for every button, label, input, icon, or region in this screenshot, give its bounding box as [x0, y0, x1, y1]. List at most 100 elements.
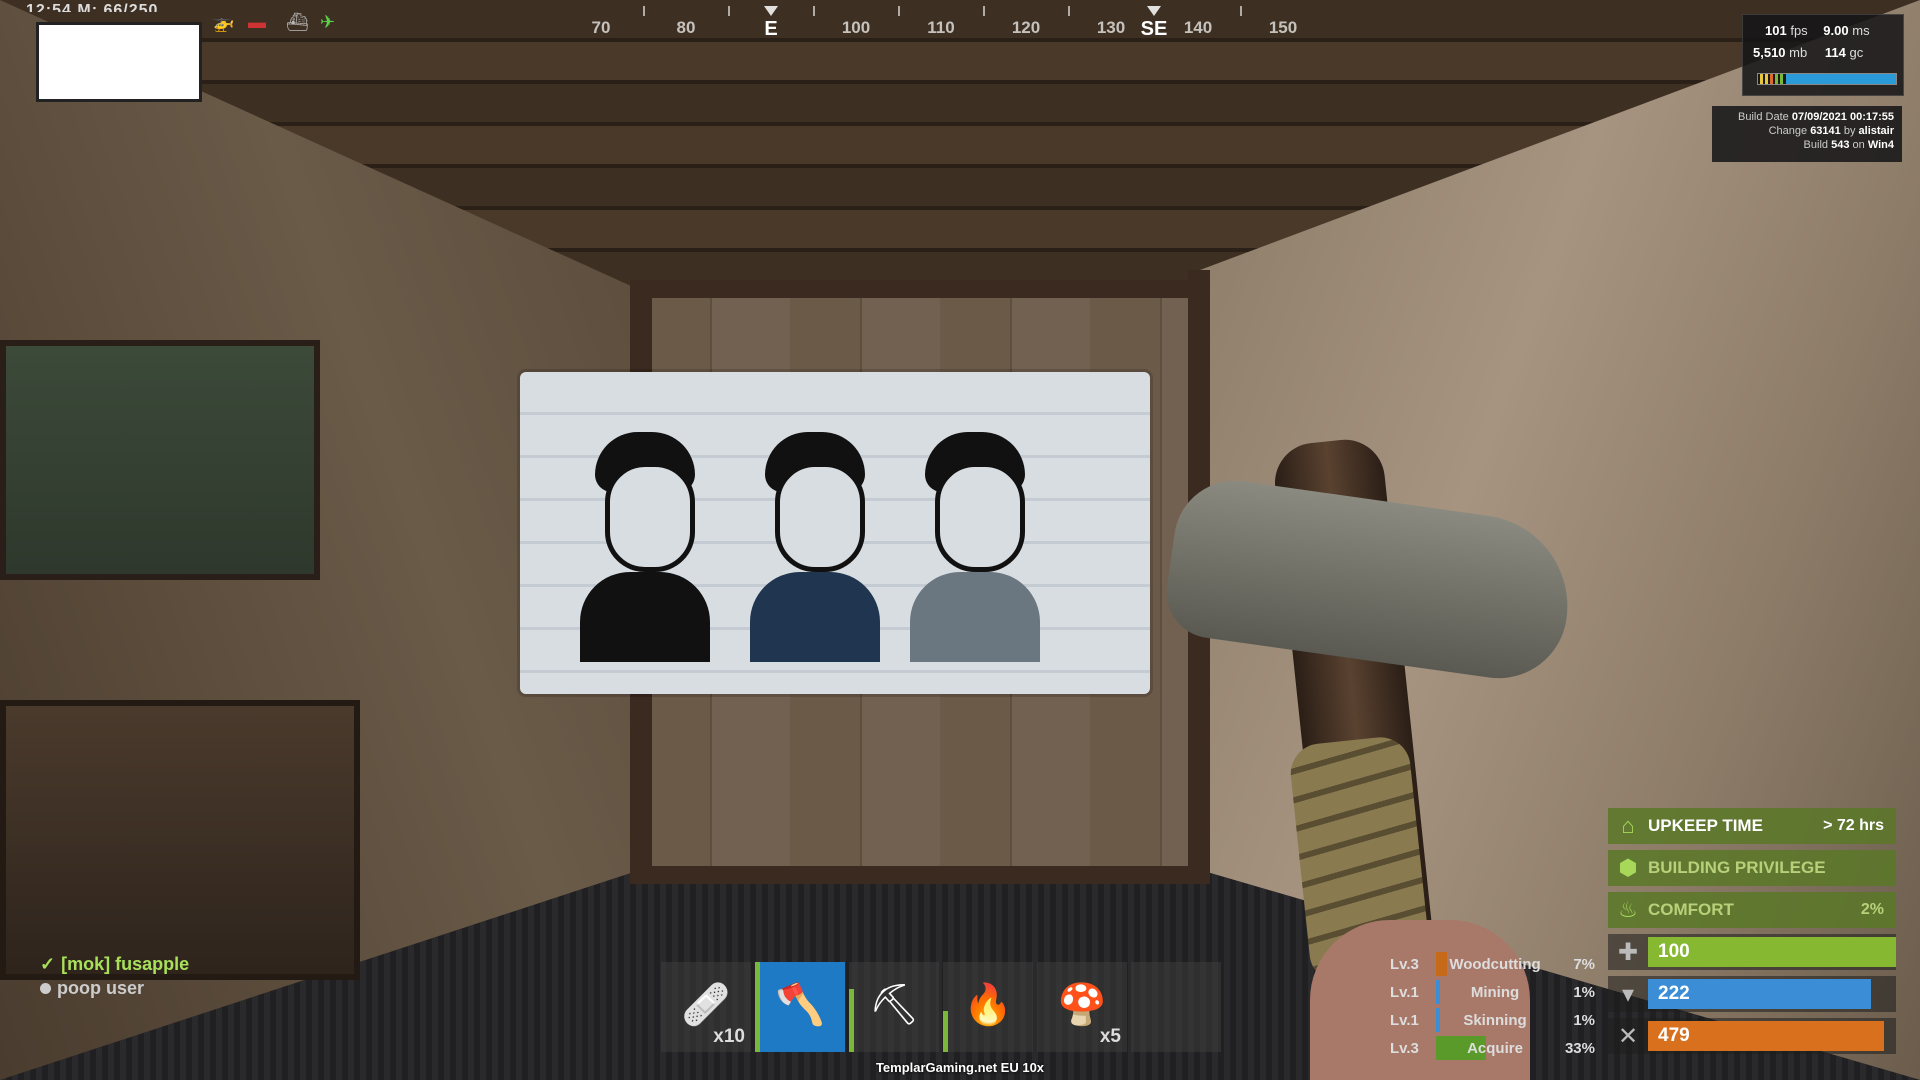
status-dot-icon	[40, 982, 51, 994]
change-by-value: alistair	[1858, 125, 1894, 137]
skill-level: Lv.1	[1390, 983, 1419, 1001]
perf-row-memory: 5,510 mb 114 gc	[1753, 45, 1898, 60]
skill-row: Lv.1 Skinning 1%	[1390, 1006, 1600, 1034]
checkmark-icon: ✓	[40, 953, 56, 974]
skill-level: Lv.3	[1390, 1039, 1419, 1057]
hotbar: 🩹 x10 🪓 ⛏ 🔥 🍄 x5	[661, 962, 1221, 1052]
stone-pickaxe-icon: ⛏	[868, 983, 920, 1028]
compass-tick	[898, 6, 900, 16]
cube-icon: ⬢	[1618, 855, 1638, 880]
condition-bar	[943, 1011, 948, 1052]
hotbar-slot-3[interactable]: ⛏	[849, 962, 939, 1052]
health-cross-icon: ✚	[1617, 938, 1639, 966]
team-member-name: [mok] fusapple	[61, 953, 190, 974]
compass-label-southeast: SE	[1140, 18, 1168, 40]
perf-row-fps: 101 fps 9.00 ms	[1753, 23, 1898, 38]
team-member-name: poop user	[57, 977, 145, 998]
hydration-value: 222	[1658, 983, 1690, 1004]
change-value: 63141	[1810, 125, 1841, 137]
house-icon: ⌂	[1621, 813, 1635, 838]
plane-icon: ✈	[320, 12, 336, 32]
compass-label: 70	[591, 18, 611, 37]
hotbar-slot-1[interactable]: 🩹 x10	[661, 962, 751, 1052]
redacted-box	[36, 22, 202, 102]
building-privilege-label: BUILDING PRIVILEGE	[1648, 858, 1826, 877]
ship-icon: ⛴	[286, 12, 309, 32]
skill-percent: 1%	[1573, 1011, 1595, 1029]
build-number-line: Build 543 on Win4	[1712, 138, 1894, 152]
hotbar-slot-4[interactable]: 🔥	[943, 962, 1033, 1052]
compass-tick	[813, 6, 815, 16]
compass-label: 120	[1011, 18, 1041, 37]
mb-value: 5,510	[1753, 45, 1786, 60]
mb-unit: mb	[1789, 45, 1808, 60]
compass-tick	[728, 6, 730, 16]
hydration-vital: ▾ 222	[1608, 976, 1896, 1012]
condition-bar	[849, 989, 854, 1052]
compass-tick	[643, 6, 645, 16]
skill-level: Lv.1	[1390, 1011, 1419, 1029]
skill-name: Woodcutting	[1449, 955, 1541, 973]
item-quantity: x5	[1099, 1026, 1121, 1047]
skill-row: Lv.3 Acquire 33%	[1390, 1034, 1600, 1062]
skill-percent: 1%	[1573, 983, 1595, 1001]
ms-unit: ms	[1852, 23, 1870, 38]
gc-unit: gc	[1849, 45, 1864, 60]
compass-label: 140	[1183, 18, 1213, 37]
skill-level: Lv.3	[1390, 955, 1419, 973]
hydration-bar: 222	[1648, 979, 1871, 1009]
health-vital: ✚ 100	[1608, 934, 1896, 970]
painted-sign	[520, 372, 1150, 694]
torch-icon: 🔥	[963, 983, 1013, 1028]
upkeep-label: UPKEEP TIME	[1648, 816, 1763, 835]
fps-value: 101	[1765, 23, 1787, 38]
comfort-value: 2%	[1860, 901, 1884, 918]
portrait-1	[580, 432, 710, 662]
skills-panel: Lv.3 Woodcutting 7% Lv.1 Mining 1% Lv.1 …	[1390, 950, 1600, 1062]
helicopter-icon: 🚁	[212, 12, 235, 32]
item-quantity: x10	[713, 1026, 745, 1047]
compass-label: 100	[841, 18, 871, 37]
upkeep-value: > 72 hrs	[1823, 817, 1884, 834]
build-value: 543	[1831, 139, 1850, 151]
fps-unit: fps	[1790, 23, 1808, 38]
skill-percent: 7%	[1573, 955, 1595, 973]
comfort-label: COMFORT	[1648, 900, 1734, 919]
team-member: ✓ [mok] fusapple	[40, 952, 189, 976]
team-list: ✓ [mok] fusapple poop user	[40, 952, 189, 1000]
water-cup-icon: ▾	[1621, 980, 1635, 1008]
change-label: Change	[1768, 125, 1808, 137]
portrait-3	[910, 432, 1040, 662]
skill-name: Skinning	[1463, 1011, 1527, 1029]
build-change-line: Change 63141 by alistair	[1712, 124, 1894, 138]
skill-name: Acquire	[1467, 1039, 1523, 1057]
change-by-label: by	[1843, 125, 1856, 137]
compass-marker	[1147, 6, 1161, 16]
compass-label: 110	[927, 18, 955, 37]
flame-icon: ♨	[1618, 897, 1638, 922]
weapon-crate	[0, 340, 320, 580]
hotbar-slot-2[interactable]: 🪓	[755, 962, 845, 1052]
comfort-status: ♨ COMFORT 2%	[1608, 892, 1896, 928]
tank-icon: ▬	[248, 12, 266, 32]
hotbar-slot-5[interactable]: 🍄 x5	[1037, 962, 1127, 1052]
skill-row: Lv.3 Woodcutting 7%	[1390, 950, 1600, 978]
building-privilege-status: ⬢ BUILDING PRIVILEGE	[1608, 850, 1896, 886]
calories-bar: 479	[1648, 1021, 1884, 1051]
server-name: TemplarGaming.net EU 10x	[875, 1060, 1045, 1075]
build-on-value: Win4	[1867, 139, 1894, 151]
build-date-label: Build Date	[1738, 111, 1789, 123]
bar-segment	[1760, 74, 1763, 84]
mushroom-icon: 🍄	[1057, 983, 1107, 1028]
frame-time-bar	[1757, 73, 1897, 85]
calories-value: 479	[1658, 1025, 1690, 1046]
build-date-value: 07/09/2021 00:17:55	[1791, 111, 1894, 123]
ms-value: 9.00	[1823, 23, 1849, 38]
compass-label: 150	[1268, 18, 1298, 37]
bar-segment	[1780, 74, 1783, 84]
hotbar-slot-6[interactable]	[1131, 962, 1221, 1052]
clock-text: 12:54 M: 66/250	[26, 2, 159, 12]
build-on-label: on	[1852, 139, 1865, 151]
health-value: 100	[1658, 941, 1690, 962]
condition-bar	[755, 962, 760, 1052]
